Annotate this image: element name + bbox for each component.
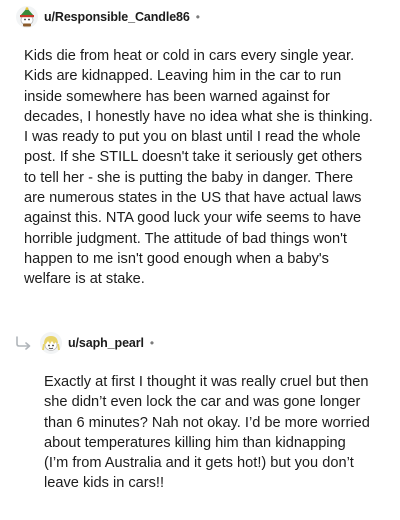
comment-header: u/Responsible_Candle86 • [0, 0, 400, 34]
comment-body: Kids die from heat or cold in cars every… [24, 48, 373, 288]
comment-header: u/saph_pearl • [0, 326, 400, 360]
comment: u/Responsible_Candle86 • Kids die from h… [0, 0, 400, 287]
separator-dot: • [195, 10, 200, 24]
comment-body: Exactly at first I thought it was really… [44, 374, 370, 492]
reply-arrow-icon [14, 336, 34, 350]
username-link[interactable]: u/saph_pearl [68, 336, 144, 350]
separator-dot: • [149, 336, 155, 350]
username-link[interactable]: u/Responsible_Candle86 [44, 10, 190, 24]
snoo-avatar-green-hat-icon[interactable] [16, 6, 38, 28]
snoo-avatar-blonde-hair-icon[interactable] [40, 332, 62, 354]
reply-comment: u/saph_pearl • Exactly at first I though… [0, 326, 400, 491]
